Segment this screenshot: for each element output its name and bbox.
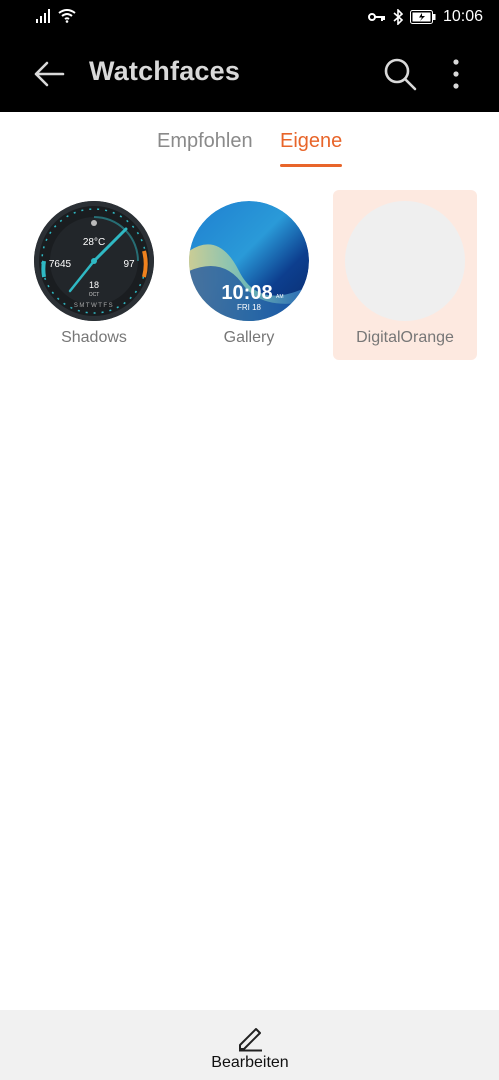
shadows-heart: 97 bbox=[123, 259, 135, 270]
bottom-bar: Bearbeiten bbox=[0, 1010, 499, 1080]
shadows-temp: 28°C bbox=[83, 237, 105, 248]
search-icon bbox=[384, 58, 417, 91]
gallery-time: 10:08 bbox=[221, 282, 272, 304]
watchface-label: Gallery bbox=[223, 329, 275, 346]
status-bar: 10:06 bbox=[0, 0, 499, 36]
tab-eigene[interactable]: Eigene bbox=[280, 130, 342, 153]
gallery-ampm: AM bbox=[276, 294, 284, 300]
pencil-icon bbox=[239, 1028, 262, 1052]
watchface-preview-gallery: 10:08 AM FRI 18 bbox=[189, 201, 309, 321]
tab-empfohlen[interactable]: Empfohlen bbox=[157, 130, 253, 153]
wifi-icon bbox=[58, 9, 76, 23]
edit-label: Bearbeiten bbox=[211, 1054, 289, 1071]
watchface-card-digitalorange[interactable]: DigitalOrange bbox=[333, 190, 477, 360]
shadows-month: OCT bbox=[89, 292, 100, 298]
app-bar: Watchfaces bbox=[0, 36, 499, 112]
shadows-steps: 7645 bbox=[49, 259, 72, 270]
active-tab-indicator bbox=[280, 164, 342, 167]
gallery-date: FRI 18 bbox=[237, 303, 262, 312]
watchface-label: DigitalOrange bbox=[356, 329, 454, 346]
more-options-button[interactable] bbox=[444, 54, 468, 94]
edit-button[interactable]: Bearbeiten bbox=[190, 1020, 310, 1076]
tab-bar: Empfohlen Eigene bbox=[0, 130, 499, 170]
status-time: 10:06 bbox=[442, 8, 483, 25]
watchface-label: Shadows bbox=[61, 329, 127, 346]
signal-icon bbox=[36, 9, 50, 23]
watchface-preview-shadows: 28°C 7645 97 18 OCT SMTWTFS bbox=[34, 201, 154, 321]
shadows-date: 18 bbox=[89, 280, 99, 290]
watchface-card-gallery[interactable]: 10:08 AM FRI 18 Gallery bbox=[177, 190, 321, 360]
key-icon bbox=[367, 13, 385, 21]
watchface-card-shadows[interactable]: 28°C 7645 97 18 OCT SMTWTFS Shadows bbox=[22, 190, 166, 360]
shadows-days: SMTWTFS bbox=[74, 303, 114, 309]
search-button[interactable] bbox=[380, 54, 420, 94]
battery-icon bbox=[409, 10, 436, 24]
watchface-preview-digitalorange bbox=[345, 201, 465, 321]
more-vert-icon bbox=[453, 59, 459, 89]
bluetooth-icon bbox=[393, 9, 403, 25]
back-arrow-icon bbox=[34, 61, 65, 87]
back-button[interactable] bbox=[30, 54, 70, 94]
page-title: Watchfaces bbox=[89, 56, 241, 86]
